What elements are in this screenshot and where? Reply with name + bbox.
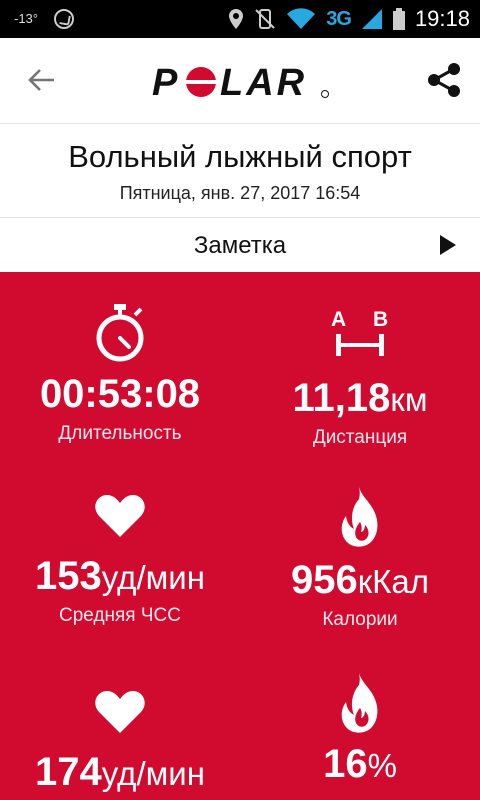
svg-text:LAR: LAR [220,62,307,102]
svg-text:P: P [152,62,180,102]
calories-label: Калории [322,609,398,630]
max-hr-value: 174уд/мин [35,750,205,794]
network-type: 3G [326,7,352,30]
flame-icon [341,487,378,547]
svg-text:B: B [373,308,388,331]
whatsapp-icon [54,9,74,29]
duration-value: 00:53:08 [39,372,201,416]
calories-value: 956кКал [290,558,430,602]
distance-value: 11,18км [292,376,428,420]
share-icon [428,63,460,97]
mute-icon [255,9,275,29]
session-header: Вольный лыжный спорт Пятница, янв. 27, 2… [0,125,480,217]
note-row[interactable]: Заметка [0,217,480,272]
wifi-icon [287,8,316,29]
heart-icon [95,495,145,537]
temperature-text: -13° [14,11,38,26]
stat-distance: A B 11,18км Дистанция [240,306,480,449]
fat-burn-value: 16% [323,742,397,786]
stat-duration: 00:53:08 Длительность [0,302,240,445]
battery-icon [392,8,405,30]
stat-max-hr: 174уд/мин [0,690,240,800]
svg-text:A: A [331,308,346,331]
session-date: Пятница, янв. 27, 2017 16:54 [119,183,361,203]
avg-hr-value: 153уд/мин [35,554,205,598]
note-label: Заметка [193,232,287,259]
flame-icon [341,673,378,733]
back-button[interactable] [26,64,58,96]
app-bar: P LAR [0,38,480,124]
play-arrow-icon [440,235,456,255]
status-icons: 3G 19:18 [228,0,470,38]
stat-avg-hr: 153уд/мин Средняя ЧСС [0,494,240,627]
share-button[interactable] [424,60,464,100]
arrow-left-icon [28,69,54,91]
stat-fat-burn: 16% [240,672,480,793]
stopwatch-icon [96,304,144,362]
distance-icon: A B [331,308,388,356]
avg-hr-label: Средняя ЧСС [59,605,181,626]
clock: 19:18 [414,6,470,31]
duration-label: Длительность [58,423,182,444]
session-title: Вольный лыжный спорт [68,139,412,174]
stat-calories: 956кКал Калории [240,486,480,631]
signal-icon [361,9,382,29]
heart-icon [95,691,145,733]
stats-panel: 00:53:08 Длительность A B 11,18км Дистан… [0,272,480,800]
distance-label: Дистанция [312,427,408,448]
location-icon [229,9,244,29]
polar-logo: P LAR [152,62,329,102]
status-bar: -13° 3G 19:18 [0,0,480,38]
